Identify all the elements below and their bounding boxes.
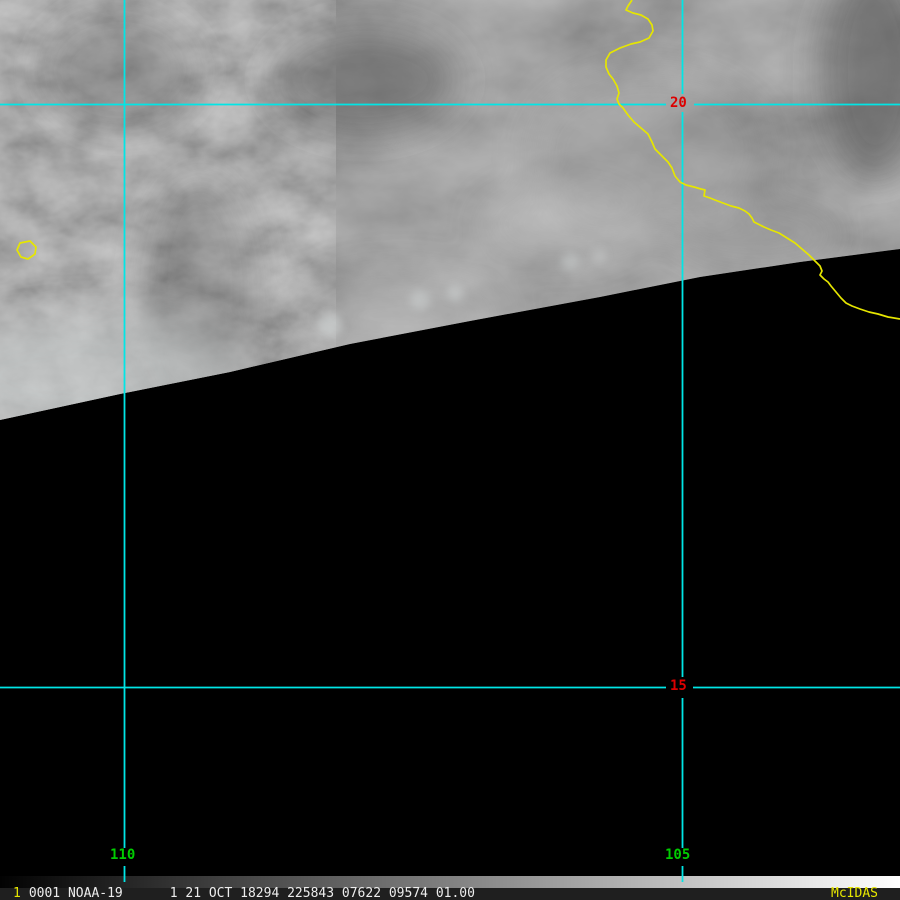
latitude-label-20: 20 (670, 95, 687, 111)
display-background (0, 0, 900, 876)
map-overlay (16, 0, 900, 320)
status-bar: 1 0001 NOAA-19 1 21 OCT 18294 225843 076… (0, 886, 900, 900)
mcidas-brand-text: McIDAS (831, 886, 878, 900)
frame-number: 1 (13, 886, 21, 900)
image-label-text: 0001 NOAA-19 1 21 OCT 18294 225843 07622… (28, 886, 475, 900)
satellite-image (0, 0, 900, 420)
coastline-path (605, 0, 900, 320)
latitude-label-15: 15 (670, 678, 687, 694)
longitude-label-105: 105 (665, 847, 691, 863)
latlon-grid (0, 0, 900, 882)
longitude-label-110: 110 (110, 847, 136, 863)
mcidas-window: 20 15 110 105 1 0001 NOAA-19 1 21 OCT 18… (0, 0, 900, 900)
island-outline (16, 240, 37, 260)
satellite-display[interactable] (0, 0, 900, 900)
